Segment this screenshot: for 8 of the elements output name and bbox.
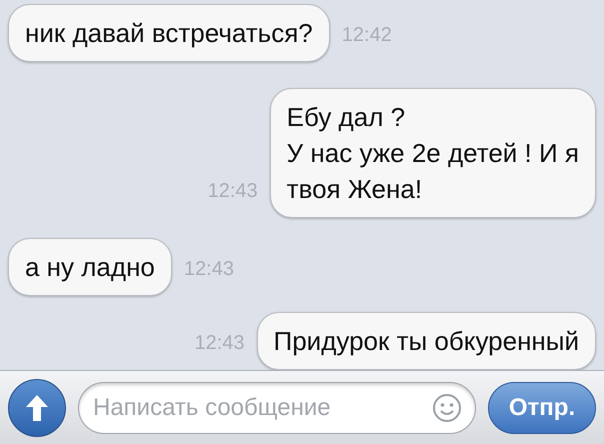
message-bubble: Придурок ты обкуренный [256, 312, 596, 370]
send-button[interactable]: Отпр. [488, 382, 596, 434]
message-field[interactable]: Написать сообщение [78, 382, 476, 434]
smiley-icon[interactable] [432, 392, 462, 422]
message-bubble: Ебу дал ? У нас уже 2е детей ! И я твоя Жена! [270, 88, 596, 218]
message-bubble: а ну ладно [8, 238, 172, 296]
up-arrow-icon [24, 392, 50, 422]
message-bubble: ник давай встречаться? [8, 4, 330, 62]
